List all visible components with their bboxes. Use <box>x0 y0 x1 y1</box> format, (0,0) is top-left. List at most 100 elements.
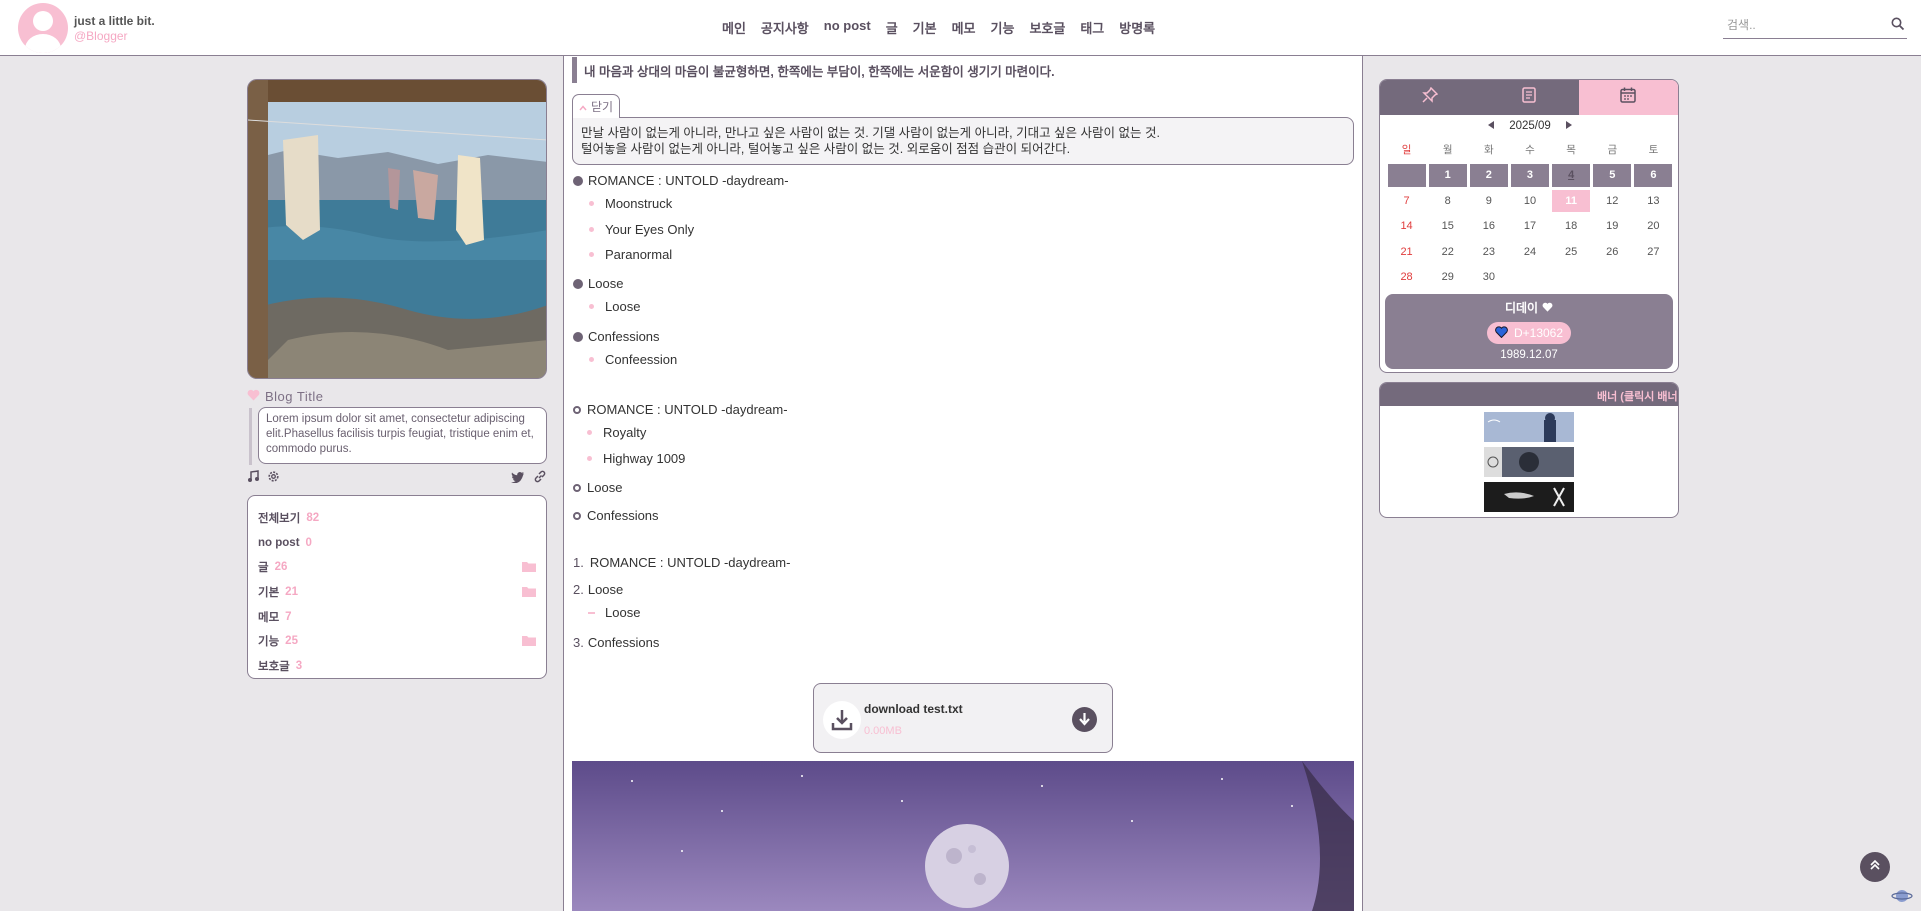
nav-item-features[interactable]: 기능 <box>991 18 1015 37</box>
heart-icon <box>1495 325 1508 341</box>
category-item-protected[interactable]: 보호글 3 <box>258 654 536 679</box>
calendar-day[interactable]: 6 <box>1634 164 1673 187</box>
calendar-day[interactable]: 20 <box>1634 215 1672 238</box>
category-item-memo[interactable]: 메모 7 <box>258 604 536 629</box>
calendar-day[interactable]: 5 <box>1593 164 1632 187</box>
calendar-day[interactable]: 28 <box>1388 266 1426 289</box>
file-name: download test.txt <box>864 702 963 716</box>
nav-item-basic[interactable]: 기본 <box>913 18 937 37</box>
dday-title: 디데이 <box>1504 301 1539 315</box>
folder-icon[interactable] <box>522 561 536 575</box>
next-month-icon[interactable] <box>1565 121 1572 129</box>
calendar-day[interactable]: 13 <box>1634 190 1672 213</box>
twitter-icon[interactable] <box>511 470 525 488</box>
music-icon[interactable] <box>247 470 260 488</box>
gear-icon[interactable] <box>267 470 280 488</box>
calendar-day[interactable]: 9 <box>1470 190 1508 213</box>
calendar-day[interactable]: 19 <box>1593 215 1631 238</box>
download-tray-icon <box>823 701 861 739</box>
calendar-day-today[interactable]: 11 <box>1552 189 1591 212</box>
category-count: 25 <box>285 635 298 648</box>
nav-item-guestbook[interactable]: 방명록 <box>1119 18 1155 37</box>
profile-photo <box>247 79 547 379</box>
list-item: Confessions <box>572 329 660 344</box>
folder-icon[interactable] <box>522 635 536 649</box>
calendar-day[interactable]: 30 <box>1470 266 1508 289</box>
category-label: 메모 <box>258 611 280 624</box>
banner-image[interactable] <box>1484 447 1574 477</box>
category-count: 82 <box>306 512 320 525</box>
search-box <box>1723 13 1907 39</box>
nav-item-main[interactable]: 메인 <box>722 18 746 37</box>
tab-recent-posts[interactable] <box>1479 80 1579 115</box>
calendar-day[interactable]: 26 <box>1593 241 1631 264</box>
list-subitem: Loose <box>589 299 640 314</box>
search-icon[interactable] <box>1891 17 1905 36</box>
tab-pinned[interactable] <box>1380 80 1480 115</box>
calendar-day[interactable]: 3 <box>1510 164 1550 187</box>
nav-item-notice[interactable]: 공지사항 <box>761 18 809 37</box>
list-item: ROMANCE : UNTOLD -daydream- <box>572 173 789 188</box>
category-item-posts[interactable]: 글 26 <box>258 555 536 580</box>
calendar-day[interactable]: 8 <box>1429 190 1467 213</box>
fold-text-line: 만날 사람이 없는게 아니라, 만나고 싶은 사람이 없는 것. 기댈 사람이 … <box>581 126 1160 140</box>
file-attachment[interactable]: download test.txt 0.00MB <box>813 683 1113 753</box>
calendar-day[interactable]: 7 <box>1388 190 1426 213</box>
category-label: 기본 <box>258 587 280 600</box>
calendar-day[interactable]: 15 <box>1429 215 1467 238</box>
category-count: 3 <box>295 659 303 672</box>
calendar-day[interactable]: 12 <box>1593 190 1631 213</box>
fold-toggle-button[interactable]: 닫기 <box>572 94 620 118</box>
calendar-day[interactable]: 1 <box>1428 164 1467 187</box>
calendar-day[interactable]: 14 <box>1388 215 1426 238</box>
calendar-day[interactable]: 27 <box>1634 241 1672 264</box>
folder-icon[interactable] <box>522 586 536 600</box>
category-item-features[interactable]: 기능 25 <box>258 629 536 654</box>
calendar-day[interactable]: 18 <box>1552 215 1590 238</box>
double-chevron-up-icon <box>1869 858 1881 876</box>
fold-toggle-label: 닫기 <box>591 100 614 114</box>
calendar-day[interactable]: 29 <box>1429 266 1467 289</box>
scroll-top-button[interactable] <box>1860 852 1890 882</box>
calendar-grid: 일 월 화 수 목 금 토 1 2 3 4 5 6 7 8 9 10 11 12… <box>1386 137 1674 290</box>
list-item: ROMANCE : UNTOLD -daydream- <box>572 402 788 417</box>
nav-item-memo[interactable]: 메모 <box>952 18 976 37</box>
weekday-label: 목 <box>1566 144 1576 157</box>
calendar-day[interactable]: 4 <box>1552 164 1591 187</box>
nav-item-posts[interactable]: 글 <box>886 18 898 37</box>
category-item-basic[interactable]: 기본 21 <box>258 580 536 605</box>
calendar-day[interactable]: 22 <box>1429 241 1467 264</box>
nav-item-protected[interactable]: 보호글 <box>1029 18 1065 37</box>
calendar-widget: 2025/09 일 월 화 수 목 금 토 1 2 3 4 5 6 7 8 9 … <box>1379 79 1679 373</box>
list-item: 2. Loose <box>573 582 624 597</box>
calendar-day[interactable]: 2 <box>1469 164 1508 187</box>
logo[interactable]: just a little bit. @Blogger <box>18 3 155 53</box>
prev-month-icon[interactable] <box>1488 121 1494 129</box>
banner-image[interactable] <box>1484 482 1574 512</box>
calendar-day[interactable]: 24 <box>1511 241 1549 264</box>
calendar-day[interactable]: 25 <box>1552 241 1590 264</box>
weekday-label: 일 <box>1401 144 1412 157</box>
nav-item-no-post[interactable]: no post <box>824 18 871 37</box>
category-item-no-post[interactable]: no post 0 <box>258 531 536 556</box>
category-count: 0 <box>305 536 312 549</box>
nav-item-tags[interactable]: 태그 <box>1080 18 1104 37</box>
category-item-all[interactable]: 전체보기 82 <box>258 506 536 531</box>
calendar-day[interactable]: 16 <box>1470 215 1508 238</box>
link-icon[interactable] <box>533 470 547 488</box>
heart-icon <box>247 389 260 404</box>
search-input[interactable] <box>1723 13 1883 37</box>
pin-icon <box>1421 86 1438 108</box>
calendar-day[interactable]: 23 <box>1470 241 1508 264</box>
dday-date: 1989.12.07 <box>1500 349 1558 361</box>
calendar-day[interactable]: 21 <box>1388 241 1426 264</box>
banner-image[interactable] <box>1484 412 1574 442</box>
category-label: no post <box>258 536 300 549</box>
calendar-day[interactable]: 10 <box>1511 190 1549 213</box>
calendar-day-empty <box>1387 164 1426 187</box>
tab-calendar[interactable] <box>1578 80 1678 115</box>
list-subitem: Paranormal <box>589 247 672 262</box>
calendar-day[interactable]: 17 <box>1511 215 1549 238</box>
download-icon[interactable] <box>1072 707 1097 732</box>
list-item: Loose <box>572 276 623 291</box>
